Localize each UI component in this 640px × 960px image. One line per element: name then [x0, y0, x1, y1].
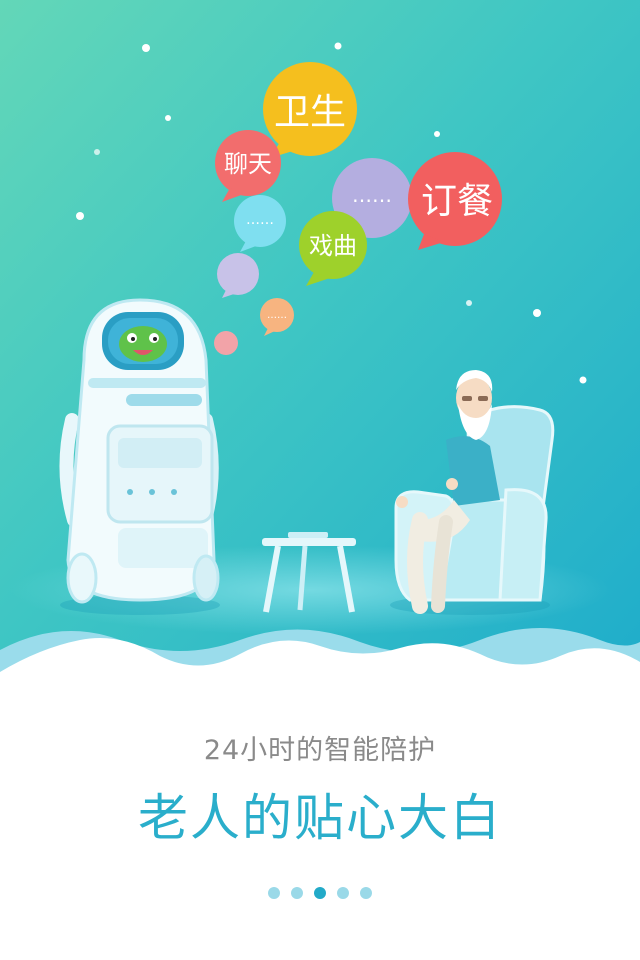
robot-illustration	[59, 298, 220, 615]
caption-area: 24小时的智能陪护 老人的贴心大白	[0, 700, 640, 960]
bubble-label-ellipsis-c: ……	[352, 183, 392, 207]
page-dot-2[interactable]	[291, 887, 303, 899]
bubble-label-order: 订餐	[421, 181, 493, 222]
speech-bubble-small-pink	[214, 331, 238, 355]
robot-face-icon	[119, 326, 167, 362]
bubble-label-chat: 聊天	[224, 150, 272, 178]
bubble-label-ellipsis-a: ……	[246, 212, 274, 228]
bubble-label-opera: 戏曲	[309, 232, 357, 260]
page-dot-1[interactable]	[268, 887, 280, 899]
page-dot-4[interactable]	[337, 887, 349, 899]
subtitle: 24小时的智能陪护	[203, 735, 437, 766]
onboarding-screen: 卫生 聊天 …… …… 订餐 戏曲 …… 24小时的智能陪护 老人的贴心大白	[0, 0, 640, 960]
hero-illustration: 卫生 聊天 …… …… 订餐 戏曲 ……	[0, 0, 640, 700]
page-dot-3[interactable]	[314, 887, 326, 899]
page-dot-5[interactable]	[360, 887, 372, 899]
bubble-label-ellipsis-b: ……	[267, 310, 287, 321]
page-indicator	[0, 887, 640, 899]
page-title: 老人的贴心大白	[138, 789, 502, 847]
bubble-label-health: 卫生	[274, 92, 346, 133]
